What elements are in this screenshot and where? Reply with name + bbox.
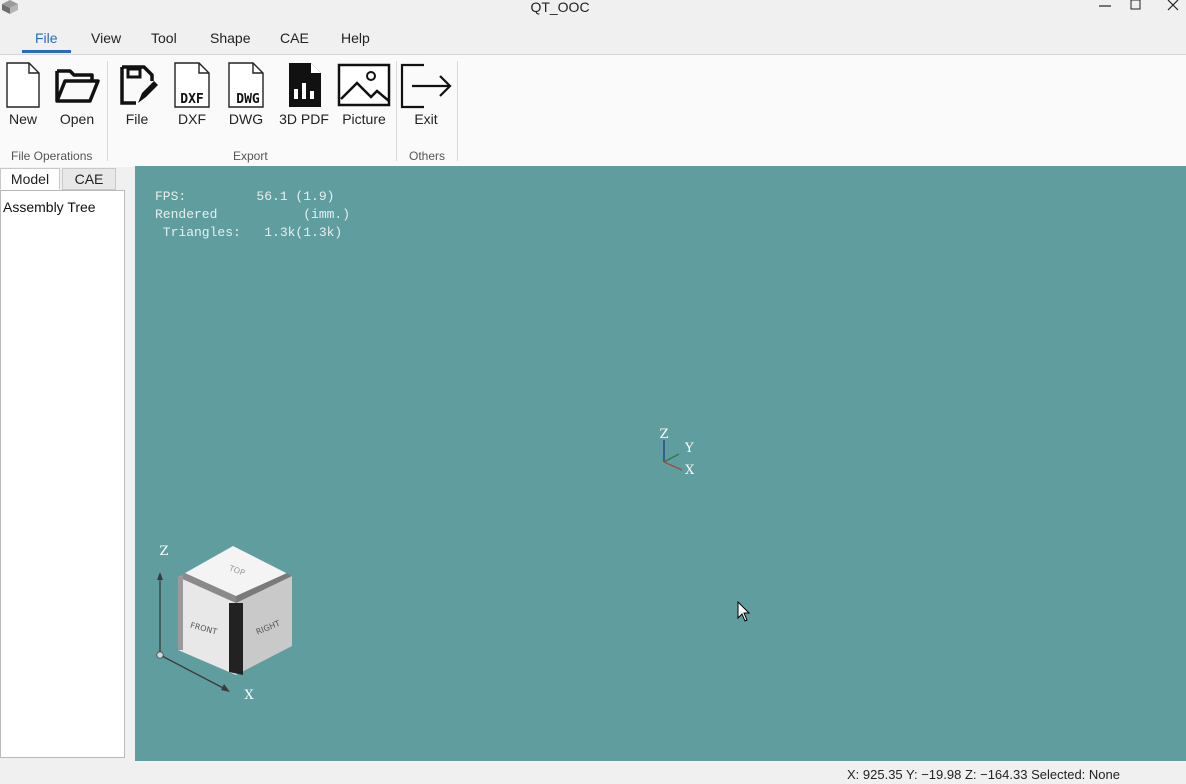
group-separator [107, 61, 108, 161]
dwg-glyph: DWG [236, 92, 260, 107]
new-label: New [8, 111, 37, 127]
status-bar: X: 925.35 Y: −19.98 Z: −164.33 Selected:… [0, 764, 1186, 784]
tree-root-item[interactable]: Assembly Tree [3, 199, 96, 215]
export-picture-label: Picture [342, 111, 386, 127]
stats-triangles: Triangles: 1.3k(1.3k) [155, 225, 343, 240]
selection-status: Selected: None [1031, 767, 1120, 782]
open-label: Open [59, 111, 95, 127]
dxf-icon: DXF [174, 62, 210, 108]
ribbon-toolbar: New Open File Operations File DXF DXF DW… [0, 54, 1186, 167]
export-group-label: Export [233, 149, 268, 163]
export-file-button[interactable]: File [116, 61, 158, 127]
cursor-coordinates: X: 925.35 Y: −19.98 Z: −164.33 [847, 767, 1028, 782]
minimize-button[interactable] [1090, 0, 1120, 14]
menu-view[interactable]: View [91, 30, 121, 46]
export-dxf-label: DXF [178, 111, 206, 127]
group-separator [396, 61, 397, 161]
status-text: X: 925.35 Y: −19.98 Z: −164.33 Selected:… [847, 767, 1120, 782]
stats-fps: FPS: 56.1 (1.9) [155, 189, 335, 204]
maximize-button[interactable] [1121, 0, 1151, 14]
left-panel-tabs: Model CAE [0, 168, 125, 190]
dwg-icon: DWG [228, 62, 264, 108]
trihedron-z-label: Z [659, 427, 668, 442]
exit-button[interactable]: Exit [400, 61, 452, 127]
export-3d-pdf-label: 3D PDF [279, 111, 329, 127]
export-3d-pdf-button[interactable]: 3D PDF [277, 61, 331, 127]
maximize-icon [1130, 0, 1141, 10]
cursor-icon [737, 601, 751, 622]
minimize-icon [1099, 5, 1111, 7]
close-button[interactable] [1158, 0, 1186, 14]
picture-icon [337, 63, 391, 107]
export-dwg-label: DWG [228, 111, 264, 127]
axis-trihedron: Z Y X [659, 427, 695, 478]
exit-label: Exit [414, 111, 438, 127]
new-button[interactable]: New [4, 61, 42, 127]
menu-shape[interactable]: Shape [210, 30, 250, 46]
others-group-label: Others [409, 149, 446, 163]
group-separator [457, 61, 458, 161]
menu-help[interactable]: Help [341, 30, 370, 46]
trihedron-y-label: Y [684, 441, 694, 456]
export-file-icon [120, 65, 158, 105]
3d-viewport[interactable]: FPS: 56.1 (1.9) Rendered (imm.) Triangles… [135, 166, 1186, 761]
view-cube-x-label: X [244, 688, 254, 702]
export-picture-button[interactable]: Picture [337, 61, 391, 127]
tab-model[interactable]: Model [0, 168, 60, 190]
active-menu-indicator [22, 50, 71, 53]
assembly-tree-panel: Assembly Tree [0, 190, 125, 758]
export-dxf-button[interactable]: DXF DXF [172, 61, 212, 127]
exit-icon [400, 63, 452, 109]
export-file-label: File [125, 111, 149, 127]
open-folder-icon [55, 69, 100, 103]
tab-cae[interactable]: CAE [62, 168, 116, 190]
trihedron-x-label: X [685, 463, 695, 478]
menu-bar: File View Tool Shape CAE Help [0, 26, 1186, 54]
file-operations-group-label: File Operations [11, 149, 93, 163]
close-icon [1167, 0, 1179, 11]
new-file-icon [6, 62, 40, 108]
dxf-glyph: DXF [180, 92, 204, 107]
export-dwg-button[interactable]: DWG DWG [226, 61, 266, 127]
window-title: QT_OOC [530, 0, 590, 15]
view-cube[interactable]: Z X TOP FRONT RIGHT [151, 538, 301, 702]
stats-rendered: Rendered (imm.) [155, 207, 351, 222]
fps-stats-overlay: FPS: 56.1 (1.9) Rendered (imm.) Triangles… [155, 188, 350, 242]
menu-file[interactable]: File [35, 30, 58, 46]
view-cube-z-label: Z [159, 544, 168, 559]
menu-tool[interactable]: Tool [151, 30, 177, 46]
menu-cae[interactable]: CAE [280, 30, 309, 46]
title-bar: QT_OOC [0, 0, 1186, 22]
pdf-chart-icon [289, 63, 321, 107]
open-button[interactable]: Open [54, 61, 100, 127]
